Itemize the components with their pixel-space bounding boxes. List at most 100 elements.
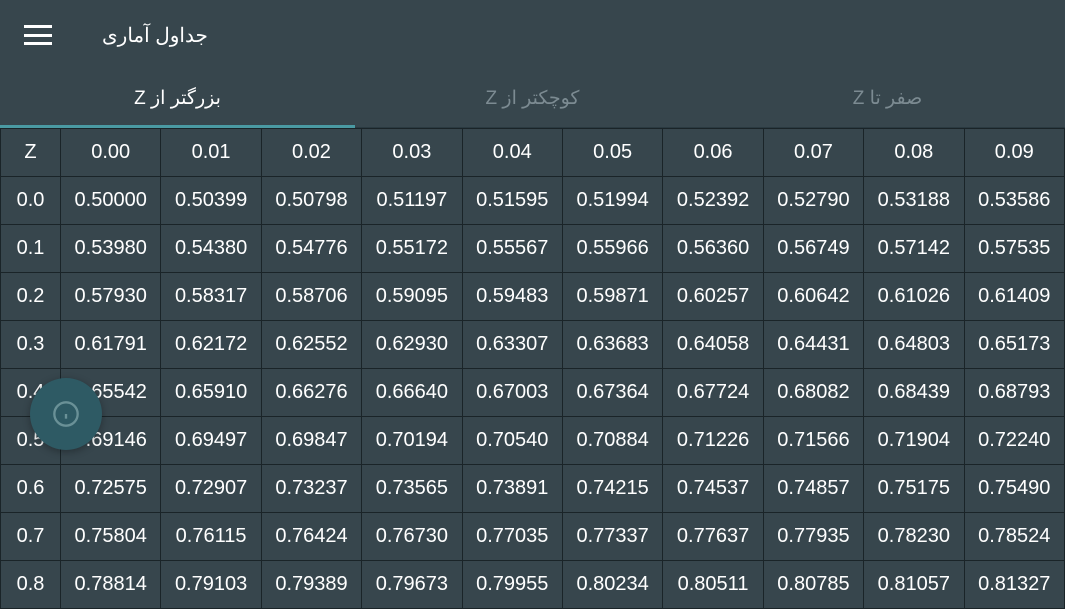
- probability-cell: 0.61026: [864, 273, 964, 321]
- probability-cell: 0.75490: [964, 465, 1064, 513]
- probability-cell: 0.78814: [61, 561, 161, 609]
- probability-cell: 0.57930: [61, 273, 161, 321]
- probability-cell: 0.58706: [261, 273, 361, 321]
- probability-cell: 0.74537: [663, 465, 763, 513]
- probability-cell: 0.71226: [663, 417, 763, 465]
- probability-cell: 0.59871: [562, 273, 662, 321]
- probability-cell: 0.60642: [763, 273, 863, 321]
- probability-cell: 0.76115: [161, 513, 261, 561]
- col-header: 0.09: [964, 129, 1064, 177]
- probability-cell: 0.52790: [763, 177, 863, 225]
- probability-cell: 0.66640: [362, 369, 462, 417]
- col-header: 0.05: [562, 129, 662, 177]
- col-header: 0.07: [763, 129, 863, 177]
- probability-cell: 0.79673: [362, 561, 462, 609]
- z-table: Z0.000.010.020.030.040.050.060.070.080.0…: [0, 128, 1065, 609]
- probability-cell: 0.77637: [663, 513, 763, 561]
- tab-greater-than-z[interactable]: بزرگتر از Z: [0, 70, 355, 127]
- table-row: 0.10.539800.543800.547760.551720.555670.…: [1, 225, 1065, 273]
- probability-cell: 0.61791: [61, 321, 161, 369]
- probability-cell: 0.55966: [562, 225, 662, 273]
- col-header: 0.02: [261, 129, 361, 177]
- probability-cell: 0.68082: [763, 369, 863, 417]
- probability-cell: 0.79389: [261, 561, 361, 609]
- z-table-wrapper[interactable]: Z0.000.010.020.030.040.050.060.070.080.0…: [0, 128, 1065, 609]
- probability-cell: 0.62172: [161, 321, 261, 369]
- col-header: 0.01: [161, 129, 261, 177]
- info-fab-button[interactable]: [30, 378, 102, 450]
- tab-zero-to-z[interactable]: صفر تا Z: [710, 70, 1065, 127]
- probability-cell: 0.77337: [562, 513, 662, 561]
- table-row: 0.40.655420.659100.662760.666400.670030.…: [1, 369, 1065, 417]
- col-header: 0.03: [362, 129, 462, 177]
- probability-cell: 0.78230: [864, 513, 964, 561]
- tab-bar: بزرگتر از Z کوچکتر از Z صفر تا Z: [0, 70, 1065, 128]
- probability-cell: 0.71904: [864, 417, 964, 465]
- app-header: جداول آماری: [0, 0, 1065, 70]
- table-row: 0.20.579300.583170.587060.590950.594830.…: [1, 273, 1065, 321]
- table-row: 0.50.691460.694970.698470.701940.705400.…: [1, 417, 1065, 465]
- probability-cell: 0.57142: [864, 225, 964, 273]
- probability-cell: 0.52392: [663, 177, 763, 225]
- tab-less-than-z[interactable]: کوچکتر از Z: [355, 70, 710, 127]
- probability-cell: 0.56749: [763, 225, 863, 273]
- hamburger-menu-icon[interactable]: [24, 25, 52, 45]
- probability-cell: 0.55172: [362, 225, 462, 273]
- probability-cell: 0.73237: [261, 465, 361, 513]
- probability-cell: 0.80234: [562, 561, 662, 609]
- z-value-cell: 0.8: [1, 561, 61, 609]
- probability-cell: 0.73891: [462, 465, 562, 513]
- info-icon: [52, 400, 80, 428]
- probability-cell: 0.76424: [261, 513, 361, 561]
- probability-cell: 0.62552: [261, 321, 361, 369]
- table-row: 0.30.617910.621720.625520.629300.633070.…: [1, 321, 1065, 369]
- z-value-cell: 0.6: [1, 465, 61, 513]
- probability-cell: 0.67364: [562, 369, 662, 417]
- probability-cell: 0.60257: [663, 273, 763, 321]
- z-value-cell: 0.1: [1, 225, 61, 273]
- probability-cell: 0.72907: [161, 465, 261, 513]
- probability-cell: 0.53586: [964, 177, 1064, 225]
- probability-cell: 0.67003: [462, 369, 562, 417]
- probability-cell: 0.81057: [864, 561, 964, 609]
- probability-cell: 0.68439: [864, 369, 964, 417]
- probability-cell: 0.76730: [362, 513, 462, 561]
- probability-cell: 0.63307: [462, 321, 562, 369]
- probability-cell: 0.72575: [61, 465, 161, 513]
- probability-cell: 0.64803: [864, 321, 964, 369]
- probability-cell: 0.62930: [362, 321, 462, 369]
- probability-cell: 0.51197: [362, 177, 462, 225]
- probability-cell: 0.63683: [562, 321, 662, 369]
- probability-cell: 0.59483: [462, 273, 562, 321]
- table-row: 0.70.758040.761150.764240.767300.770350.…: [1, 513, 1065, 561]
- probability-cell: 0.59095: [362, 273, 462, 321]
- probability-cell: 0.64431: [763, 321, 863, 369]
- z-header: Z: [1, 129, 61, 177]
- probability-cell: 0.56360: [663, 225, 763, 273]
- probability-cell: 0.75175: [864, 465, 964, 513]
- probability-cell: 0.72240: [964, 417, 1064, 465]
- probability-cell: 0.69497: [161, 417, 261, 465]
- probability-cell: 0.74857: [763, 465, 863, 513]
- table-row: 0.00.500000.503990.507980.511970.515950.…: [1, 177, 1065, 225]
- probability-cell: 0.65173: [964, 321, 1064, 369]
- probability-cell: 0.79103: [161, 561, 261, 609]
- probability-cell: 0.53980: [61, 225, 161, 273]
- probability-cell: 0.54380: [161, 225, 261, 273]
- probability-cell: 0.55567: [462, 225, 562, 273]
- probability-cell: 0.81327: [964, 561, 1064, 609]
- probability-cell: 0.73565: [362, 465, 462, 513]
- probability-cell: 0.77935: [763, 513, 863, 561]
- table-row: 0.60.725750.729070.732370.735650.738910.…: [1, 465, 1065, 513]
- probability-cell: 0.74215: [562, 465, 662, 513]
- probability-cell: 0.78524: [964, 513, 1064, 561]
- probability-cell: 0.65910: [161, 369, 261, 417]
- col-header: 0.04: [462, 129, 562, 177]
- probability-cell: 0.50000: [61, 177, 161, 225]
- z-value-cell: 0.3: [1, 321, 61, 369]
- probability-cell: 0.70194: [362, 417, 462, 465]
- page-title: جداول آماری: [102, 23, 208, 48]
- col-header: 0.08: [864, 129, 964, 177]
- probability-cell: 0.57535: [964, 225, 1064, 273]
- probability-cell: 0.64058: [663, 321, 763, 369]
